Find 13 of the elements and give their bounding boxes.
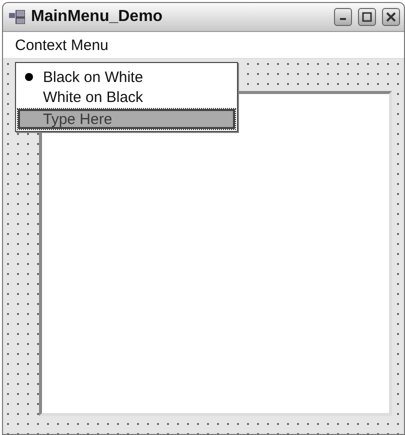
minimize-button[interactable]	[334, 8, 352, 26]
maximize-icon	[362, 12, 372, 22]
text-area[interactable]	[39, 91, 392, 416]
maximize-button[interactable]	[358, 8, 376, 26]
menu-option[interactable]: Black on White	[18, 67, 235, 87]
window-title: MainMenu_Demo	[31, 8, 164, 26]
menu-option[interactable]: White on Black	[18, 87, 235, 107]
new-item-field[interactable]: Type Here	[18, 109, 235, 129]
window-icon	[9, 10, 25, 24]
menu-option-label: White on Black	[43, 88, 144, 106]
close-icon	[386, 12, 396, 22]
close-button[interactable]	[382, 8, 400, 26]
menu-option-label: Black on White	[43, 68, 144, 86]
